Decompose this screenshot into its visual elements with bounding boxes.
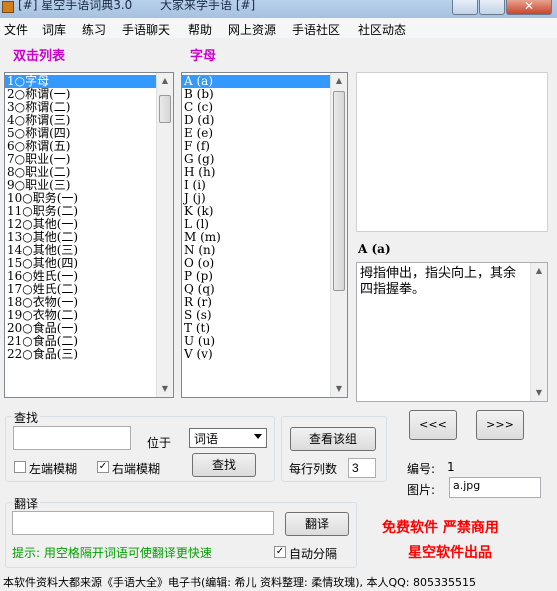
minimize-button[interactable]	[452, 0, 478, 15]
window-subtitle: 大家来学手语 [#]	[160, 0, 256, 12]
menu-file[interactable]: 文件	[4, 21, 28, 38]
footer-credits: 本软件资料大都来源《手语大全》电子书(编辑: 希儿 资料整理: 柔情玫瑰), 本…	[3, 576, 476, 589]
category-list-item[interactable]: 22○食品(三)	[5, 348, 173, 361]
position-label: 位于	[147, 436, 172, 450]
description-box: 拇指伸出，指尖向上，其余四指握拳。 ▲ ▼	[356, 262, 548, 402]
word-list-item[interactable]: I (i)	[182, 179, 347, 192]
position-select[interactable]: 词语	[189, 428, 267, 448]
prev-button[interactable]: <<<	[409, 410, 457, 440]
word-list[interactable]: A (a) B (b) C (c) D (d) E (e) F (f) G (g) H (h)…	[181, 72, 348, 398]
cols-per-row-label: 每行列数	[289, 462, 338, 476]
right-fuzzy-label: 右端模糊	[112, 462, 161, 476]
description-scrollbar[interactable]: ▲ ▼	[530, 263, 547, 401]
app-icon	[2, 1, 14, 13]
word-list-scrollbar[interactable]: ▲ ▼	[330, 73, 347, 397]
word-list-item[interactable]: V (v)	[182, 348, 347, 361]
translate-input[interactable]	[12, 511, 274, 535]
menu-practice[interactable]: 练习	[82, 21, 106, 38]
left-fuzzy-checkbox[interactable]	[14, 461, 26, 473]
number-label: 编号:	[407, 462, 436, 476]
menu-community[interactable]: 手语社区	[292, 21, 340, 38]
word-list-item[interactable]: H (h)	[182, 166, 347, 179]
promo-publisher: 星空软件出品	[408, 545, 492, 561]
category-list-label: 双击列表	[13, 49, 66, 64]
find-button[interactable]: 查找	[192, 453, 256, 477]
cols-per-row-input[interactable]	[348, 458, 376, 478]
translate-button[interactable]: 翻译	[285, 512, 349, 536]
number-value: 1	[447, 460, 455, 474]
category-list[interactable]: 1○字母 2○称谓(一) 3○称谓(二) 4○称谓(三) 5○称谓(四) 6○称谓(五) 7…	[4, 72, 174, 398]
chevron-down-icon	[254, 434, 262, 439]
scroll-down-icon[interactable]: ▼	[531, 385, 547, 401]
scroll-up-icon[interactable]: ▲	[331, 73, 347, 89]
close-icon: ✕	[523, 0, 535, 13]
translate-group-title: 翻译	[12, 495, 41, 512]
left-fuzzy-label: 左端模糊	[29, 462, 78, 476]
auto-split-checkbox[interactable]: ✓	[274, 546, 286, 558]
image-filename-field: a.jpg	[449, 477, 541, 498]
menu-community-news[interactable]: 社区动态	[358, 21, 406, 38]
right-fuzzy-checkbox[interactable]: ✓	[97, 461, 109, 473]
word-list-label: 字母	[190, 49, 217, 64]
scroll-up-icon[interactable]: ▲	[531, 263, 547, 279]
search-group-title: 查找	[12, 409, 41, 426]
scrollbar-thumb[interactable]	[333, 91, 345, 291]
search-input[interactable]	[13, 426, 131, 450]
close-button[interactable]: ✕	[506, 0, 552, 15]
maximize-button[interactable]	[479, 0, 505, 15]
position-select-value: 词语	[194, 432, 219, 446]
next-button[interactable]: >>>	[476, 410, 524, 440]
scrollbar-thumb[interactable]	[159, 95, 171, 123]
scroll-up-icon[interactable]: ▲	[157, 73, 173, 89]
sign-image-panel	[356, 72, 548, 232]
title-bar: [#] 星空手语词典3.0 大家来学手语 [#] ✕	[0, 0, 557, 18]
view-group-button[interactable]: 查看该组	[290, 427, 376, 451]
menu-help[interactable]: 帮助	[188, 21, 212, 38]
menu-lexicon[interactable]: 词库	[42, 21, 66, 38]
selected-word: A (a)	[358, 242, 391, 256]
scroll-down-icon[interactable]: ▼	[157, 381, 173, 397]
scroll-down-icon[interactable]: ▼	[331, 381, 347, 397]
promo-free-software: 免费软件 严禁商用	[382, 520, 499, 536]
image-label: 图片:	[407, 483, 436, 497]
menu-chat[interactable]: 手语聊天	[122, 21, 170, 38]
category-list-scrollbar[interactable]: ▲ ▼	[156, 73, 173, 397]
auto-split-label: 自动分隔	[289, 547, 338, 561]
window-title: [#] 星空手语词典3.0	[18, 0, 133, 12]
translate-hint: 提示: 用空格隔开词语可使翻译更快速	[12, 546, 212, 560]
description-text: 拇指伸出，指尖向上，其余四指握拳。	[360, 266, 517, 297]
menu-online-resources[interactable]: 网上资源	[228, 21, 276, 38]
menu-bar: 文件 词库 练习 手语聊天 帮助 网上资源 手语社区 社区动态	[0, 18, 557, 38]
